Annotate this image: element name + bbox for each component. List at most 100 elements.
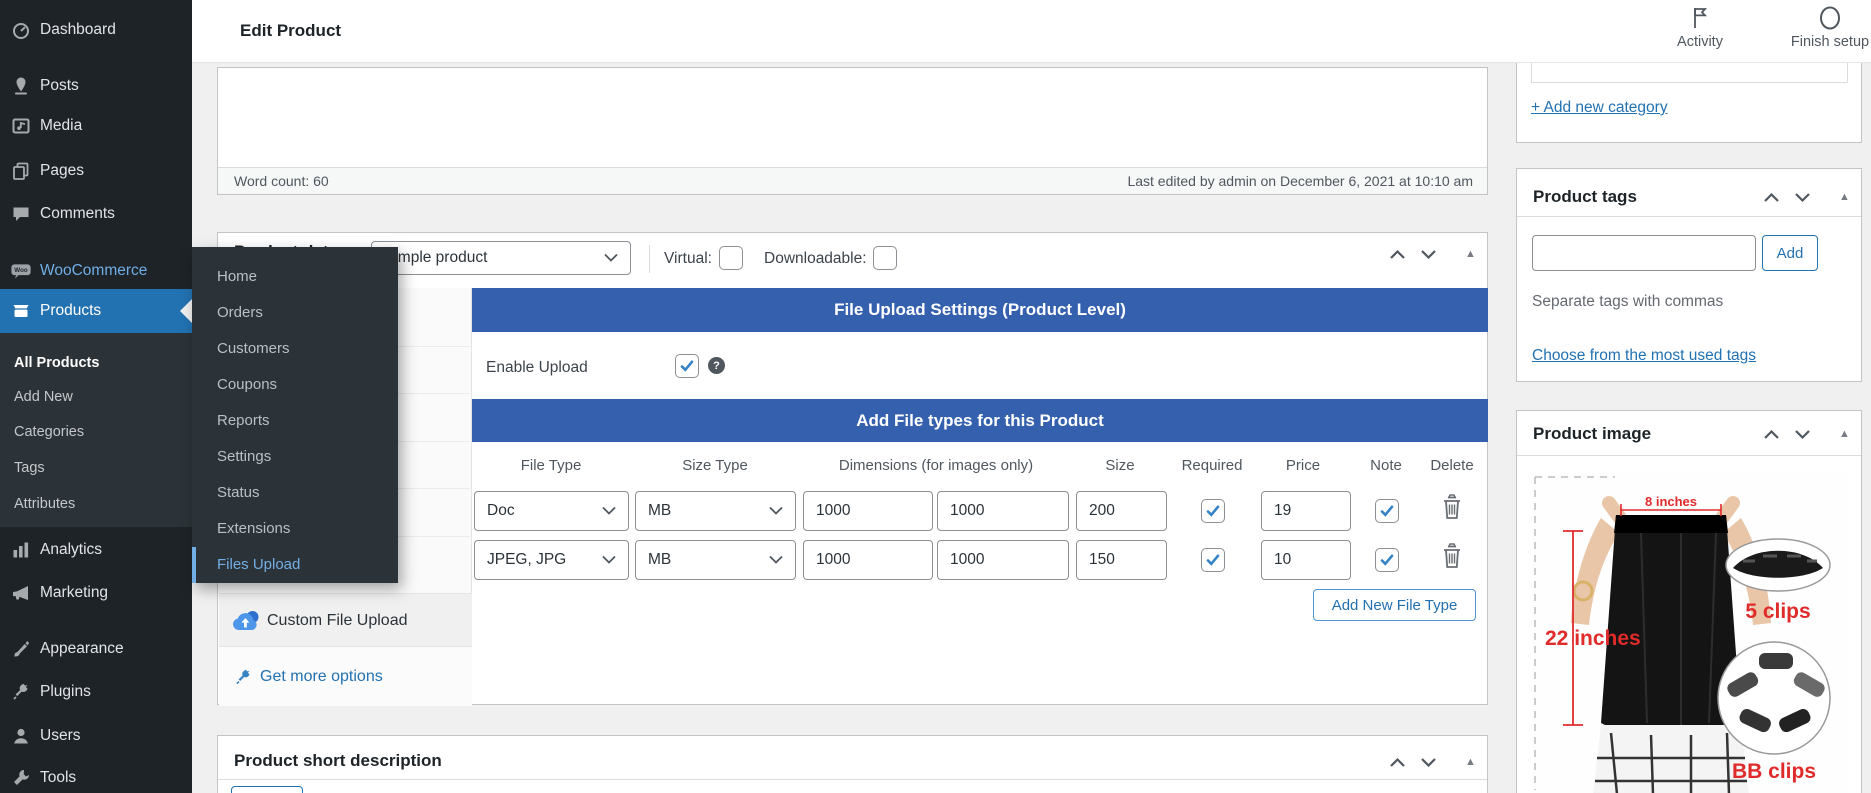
get-more-options-link[interactable]: Get more options	[219, 646, 472, 706]
word-count: Word count: 60	[234, 173, 329, 189]
user-icon	[11, 726, 31, 746]
help-icon[interactable]: ?	[708, 357, 725, 374]
flyout-item-orders[interactable]: Orders	[192, 295, 398, 331]
virtual-checkbox[interactable]	[719, 246, 743, 270]
sidebar-item-marketing[interactable]: Marketing	[0, 574, 192, 612]
row1-required-checkbox[interactable]	[1201, 499, 1225, 523]
sidebar-item-label: Analytics	[40, 541, 103, 558]
sidebar-item-woocommerce[interactable]: Woo WooCommerce	[0, 252, 192, 290]
activity-button[interactable]: Activity	[1655, 6, 1745, 50]
sidebar-item-analytics[interactable]: Analytics	[0, 531, 192, 569]
short-description-panel: Product short description ▲	[217, 735, 1488, 793]
enable-upload-checkbox[interactable]	[675, 354, 699, 378]
row1-dim-height-input[interactable]	[937, 491, 1069, 531]
flyout-item-files-upload[interactable]: Files Upload	[192, 547, 398, 583]
collapse-icon[interactable]: ▲	[1839, 428, 1850, 440]
sidebar-item-label: Dashboard	[40, 21, 116, 38]
submenu-tags[interactable]: Tags	[0, 457, 192, 479]
product-type-select[interactable]: Simple product	[371, 241, 631, 275]
move-up-icon[interactable]	[1389, 249, 1406, 260]
editor-toolbar-button[interactable]	[231, 786, 303, 793]
product-image-thumbnail[interactable]: 8 inches 22 inches 5 clips BB clips	[1531, 473, 1850, 793]
circle-icon	[1775, 6, 1871, 32]
submenu-categories[interactable]: Categories	[0, 421, 192, 443]
add-tag-button[interactable]: Add	[1762, 235, 1818, 271]
sidebar-item-media[interactable]: Media	[0, 107, 192, 145]
col-delete: Delete	[1430, 457, 1474, 474]
submenu-add-new[interactable]: Add New	[0, 386, 192, 408]
move-down-icon[interactable]	[1794, 192, 1811, 203]
downloadable-checkbox[interactable]	[873, 246, 897, 270]
submenu-attributes[interactable]: Attributes	[0, 493, 192, 515]
move-down-icon[interactable]	[1794, 429, 1811, 440]
row2-note-checkbox[interactable]	[1375, 548, 1399, 572]
tab-custom-file-upload[interactable]: Custom File Upload	[219, 593, 472, 647]
sidebar-item-plugins[interactable]: Plugins	[0, 673, 192, 711]
move-down-icon[interactable]	[1420, 757, 1437, 768]
row2-dim-width-input[interactable]	[803, 540, 933, 580]
annotation-length: 22 inches	[1545, 627, 1641, 650]
divider	[218, 779, 1487, 780]
file-upload-settings-header-text: File Upload Settings (Product Level)	[834, 300, 1126, 319]
row1-price-input[interactable]	[1261, 491, 1351, 531]
collapse-icon[interactable]: ▲	[1839, 191, 1850, 203]
panel-sort-controls: ▲	[1389, 756, 1476, 768]
plugin-icon	[11, 682, 31, 702]
row2-dim-height-input[interactable]	[937, 540, 1069, 580]
flyout-item-coupons[interactable]: Coupons	[192, 367, 398, 403]
sidebar-item-label: Users	[40, 727, 81, 744]
bar-chart-icon	[11, 540, 31, 560]
row1-delete-trash-icon[interactable]	[1440, 493, 1464, 526]
row2-delete-trash-icon[interactable]	[1440, 542, 1464, 575]
row2-file-type-select[interactable]: JPEG, JPG	[474, 540, 629, 580]
move-up-icon[interactable]	[1763, 429, 1780, 440]
flyout-item-extensions[interactable]: Extensions	[192, 511, 398, 547]
move-up-icon[interactable]	[1763, 192, 1780, 203]
flyout-item-home[interactable]: Home	[192, 259, 398, 295]
collapse-icon[interactable]: ▲	[1465, 756, 1476, 768]
finish-setup-button[interactable]: Finish setup	[1775, 6, 1871, 50]
plug-icon	[235, 668, 252, 685]
editor-status-bar: Word count: 60 Last edited by admin on D…	[218, 167, 1487, 194]
sidebar-item-label: Tools	[40, 769, 77, 786]
move-down-icon[interactable]	[1420, 249, 1437, 260]
flag-icon	[1655, 6, 1745, 32]
admin-sidebar: Dashboard Posts Media Pages Comments Woo…	[0, 0, 192, 793]
row1-size-type-select[interactable]: MB	[635, 491, 796, 531]
add-new-category-link[interactable]: + Add new category	[1531, 99, 1668, 117]
row2-size-input[interactable]	[1076, 540, 1167, 580]
flyout-item-reports[interactable]: Reports	[192, 403, 398, 439]
sidebar-item-pages[interactable]: Pages	[0, 152, 192, 190]
add-new-file-type-button[interactable]: Add New File Type	[1313, 589, 1476, 621]
sidebar-item-products[interactable]: Products	[0, 289, 192, 333]
move-up-icon[interactable]	[1389, 757, 1406, 768]
divider	[1517, 455, 1861, 456]
col-dimensions: Dimensions (for images only)	[838, 457, 1034, 474]
sidebar-item-comments[interactable]: Comments	[0, 195, 192, 233]
flyout-item-customers[interactable]: Customers	[192, 331, 398, 367]
sidebar-item-users[interactable]: Users	[0, 717, 192, 755]
row2-size-type-select[interactable]: MB	[635, 540, 796, 580]
submenu-all-products[interactable]: All Products	[0, 352, 192, 374]
row1-note-checkbox[interactable]	[1375, 499, 1399, 523]
product-type-value: Simple product	[384, 249, 488, 266]
row1-file-type-select[interactable]: Doc	[474, 491, 629, 531]
row1-size-input[interactable]	[1076, 491, 1167, 531]
enable-upload-label: Enable Upload	[486, 359, 588, 376]
media-icon	[11, 116, 31, 136]
sidebar-item-posts[interactable]: Posts	[0, 67, 192, 105]
row2-price-input[interactable]	[1261, 540, 1351, 580]
tags-hint: Separate tags with commas	[1532, 293, 1724, 310]
choose-most-used-tags-link[interactable]: Choose from the most used tags	[1532, 347, 1756, 365]
row2-required-checkbox[interactable]	[1201, 548, 1225, 572]
tag-input[interactable]	[1532, 235, 1756, 271]
flyout-item-settings[interactable]: Settings	[192, 439, 398, 475]
row1-dim-width-input[interactable]	[803, 491, 933, 531]
sidebar-item-appearance[interactable]: Appearance	[0, 630, 192, 668]
flyout-item-status[interactable]: Status	[192, 475, 398, 511]
sidebar-item-dashboard[interactable]: Dashboard	[0, 11, 192, 49]
collapse-icon[interactable]: ▲	[1465, 248, 1476, 260]
col-size-type: Size Type	[682, 457, 748, 474]
sidebar-item-label: Marketing	[40, 584, 109, 601]
sidebar-item-tools[interactable]: Tools	[0, 759, 192, 793]
